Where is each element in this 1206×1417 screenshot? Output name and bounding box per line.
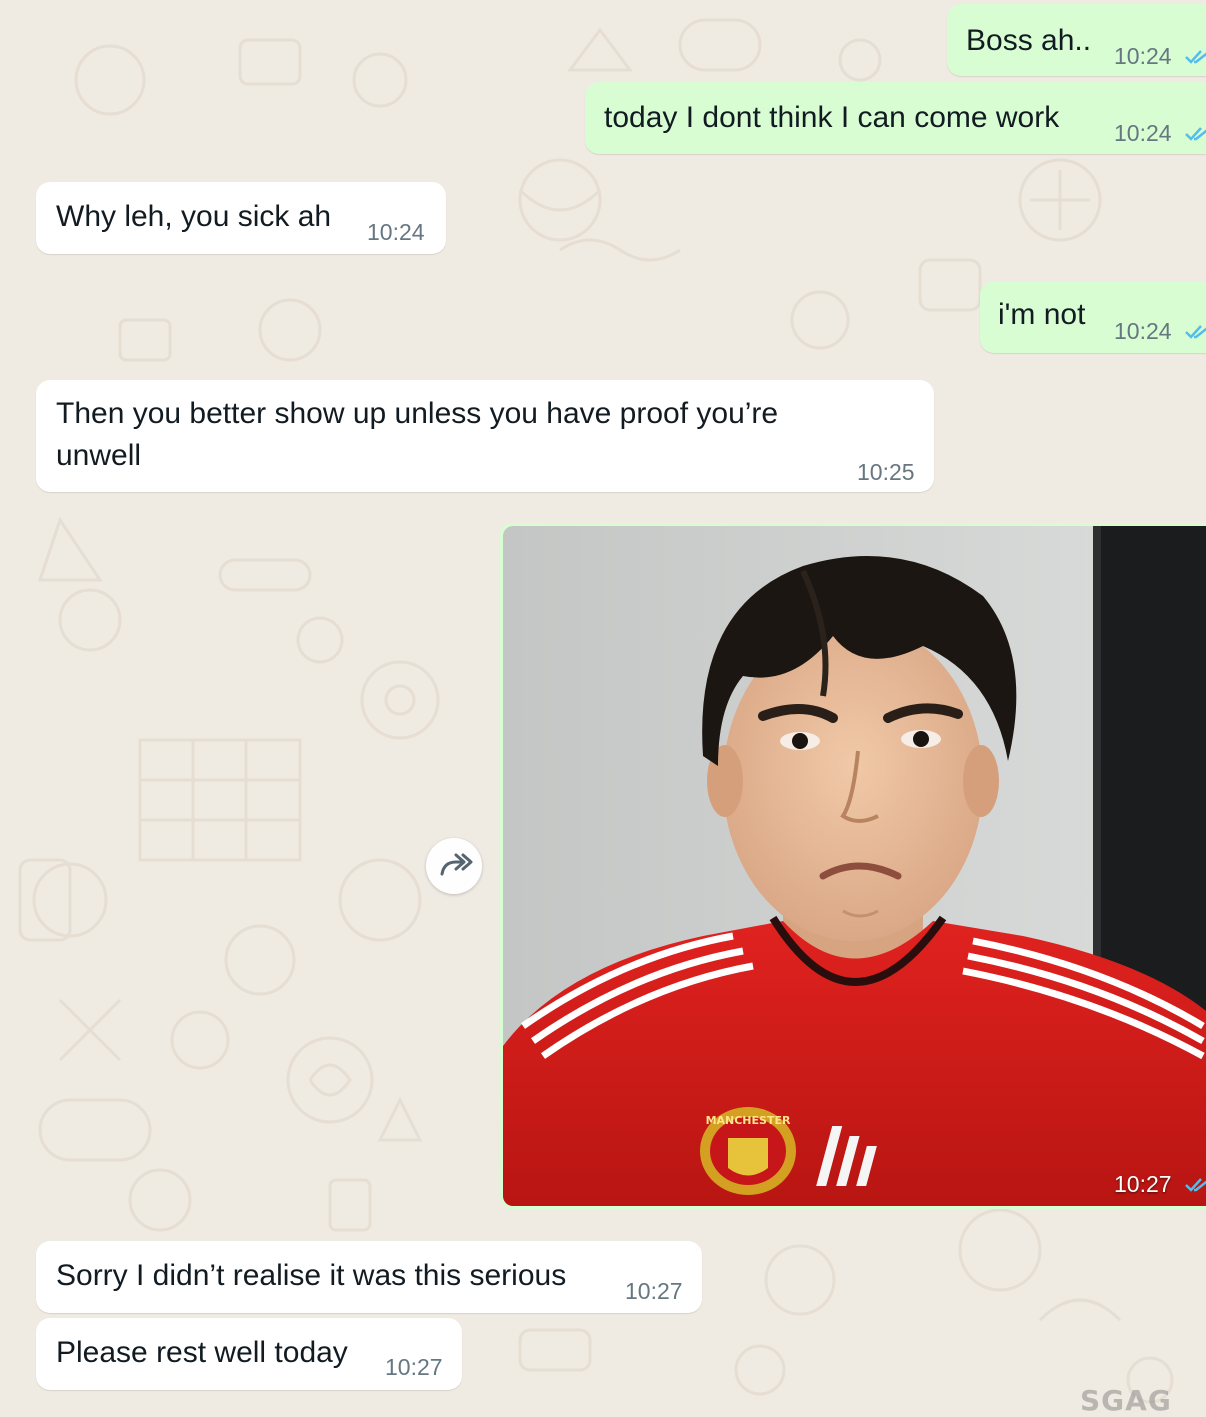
photo-message-image[interactable]: MANCHESTER <box>503 526 1206 1206</box>
photo-time: 10:27 <box>1114 1171 1172 1197</box>
watermark-logo: SGAG <box>1080 1384 1172 1417</box>
club-crest-icon: MANCHESTER <box>700 1107 796 1195</box>
svg-text:MANCHESTER: MANCHESTER <box>706 1114 791 1127</box>
message-text: Boss ah.. <box>966 24 1092 57</box>
message-text: Why leh, you sick ah <box>56 200 332 233</box>
forward-button[interactable] <box>426 838 482 894</box>
message-time: 10:24 <box>1114 120 1172 146</box>
read-receipt-icon <box>1185 127 1206 141</box>
message-time: 10:27 <box>625 1278 683 1304</box>
message-text: Then you better show up unless you have … <box>56 397 779 472</box>
read-receipt-icon <box>1185 1178 1206 1192</box>
message-time: 10:25 <box>857 459 915 485</box>
message-text: Please rest well today <box>56 1336 348 1369</box>
forward-arrow-icon <box>440 853 473 876</box>
message-time: 10:24 <box>1114 318 1172 344</box>
read-receipt-icon <box>1185 325 1206 339</box>
message-time: 10:27 <box>385 1354 443 1380</box>
message-time: 10:24 <box>367 219 425 245</box>
read-receipt-icon <box>1185 50 1206 64</box>
message-text: Sorry I didn’t realise it was this serio… <box>56 1259 567 1292</box>
message-text: today I dont think I can come work <box>604 101 1060 134</box>
message-text: i'm not <box>998 298 1086 331</box>
message-time: 10:24 <box>1114 43 1172 69</box>
